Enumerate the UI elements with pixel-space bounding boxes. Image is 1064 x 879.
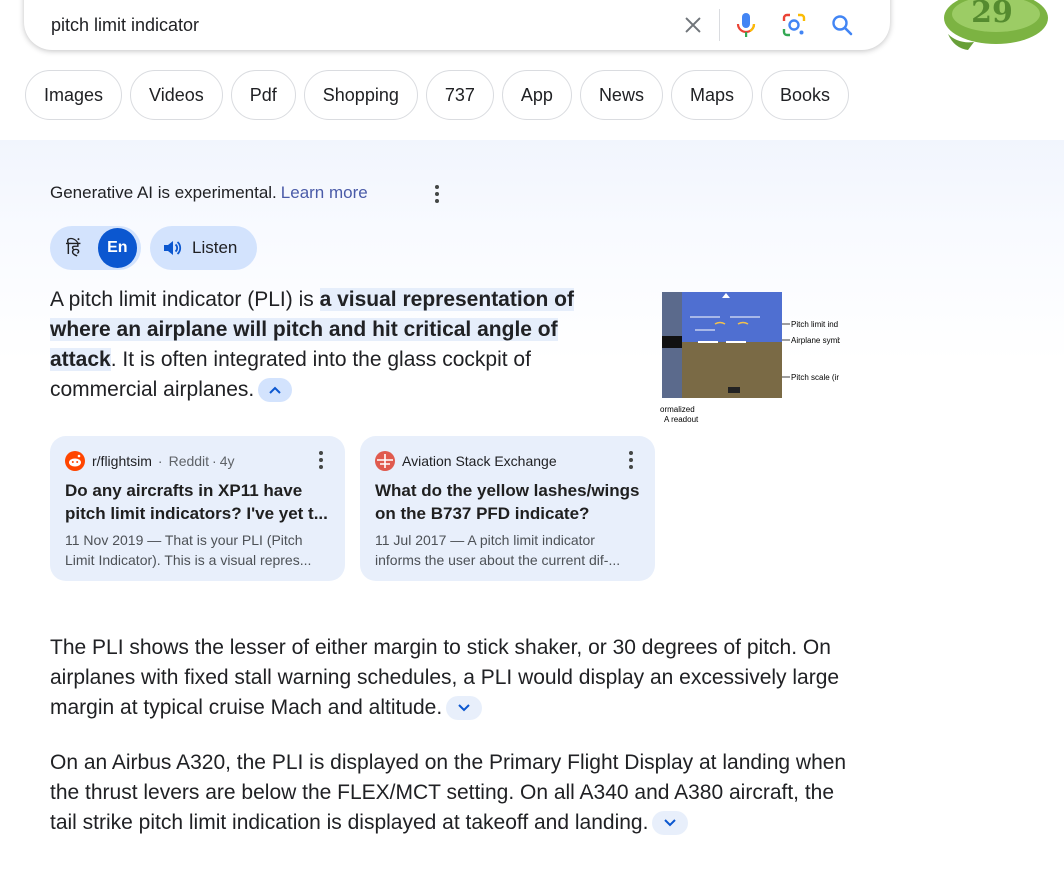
source-title[interactable]: Do any aircrafts in XP11 have pitch limi…	[65, 479, 330, 525]
source-title[interactable]: What do the yellow lashes/wings on the B…	[375, 479, 640, 525]
chip-videos[interactable]: Videos	[130, 70, 223, 120]
chip-app[interactable]: App	[501, 70, 572, 120]
chip-737[interactable]: 737	[425, 70, 494, 120]
reddit-icon	[65, 451, 85, 471]
mic-icon[interactable]	[722, 5, 770, 45]
para2-text: The PLI shows the lesser of either margi…	[50, 636, 840, 719]
source-snippet: 11 Nov 2019 — That is your PLI (Pitch Li…	[65, 532, 312, 568]
source-name: r/flightsim	[92, 453, 152, 469]
thumb-label-normalized: ormalized	[660, 405, 695, 414]
source-site: Reddit	[168, 453, 210, 469]
search-input[interactable]: pitch limit indicator	[51, 15, 669, 36]
chip-news[interactable]: News	[579, 70, 663, 120]
chevron-up-icon	[269, 387, 281, 395]
overview-paragraph-2: The PLI shows the lesser of either margi…	[50, 633, 840, 723]
overview-paragraph-3: On an Airbus A320, the PLI is displayed …	[50, 748, 850, 838]
pfd-thumbnail-image[interactable]: Pitch limit ind Airplane symb Pitch scal…	[660, 290, 842, 425]
speaker-icon	[164, 241, 182, 255]
source-name: Aviation Stack Exchange	[402, 453, 557, 469]
ai-overview-panel: Generative AI is experimental. Learn mor…	[0, 140, 1064, 879]
thumb-label-pitch-limit: Pitch limit ind	[791, 320, 838, 329]
filter-chips: Images Videos Pdf Shopping 737 App News …	[25, 70, 849, 120]
source-header: Aviation Stack Exchange	[375, 451, 640, 471]
source-header: r/flightsim · Reddit · 4y	[65, 451, 330, 471]
learn-more-link[interactable]: Learn more	[281, 183, 368, 203]
aviation-stackexchange-icon	[375, 451, 395, 471]
search-bar[interactable]: pitch limit indicator	[24, 0, 890, 50]
source-card-reddit[interactable]: r/flightsim · Reddit · 4y Do any aircraf…	[50, 436, 345, 581]
chip-maps[interactable]: Maps	[670, 70, 753, 120]
experimental-text: Generative AI is experimental.	[50, 183, 277, 202]
chip-images[interactable]: Images	[25, 70, 123, 120]
lens-icon[interactable]	[770, 5, 818, 45]
chip-books[interactable]: Books	[760, 70, 849, 120]
experimental-notice: Generative AI is experimental. Learn mor…	[50, 183, 368, 203]
para1-start: A pitch limit indicator (PLI) is	[50, 288, 320, 311]
doodle-number: 29	[971, 0, 1013, 30]
search-divider	[719, 9, 720, 41]
source-age: 4y	[219, 453, 235, 469]
source-card-stackexchange[interactable]: Aviation Stack Exchange What do the yell…	[360, 436, 655, 581]
chip-shopping[interactable]: Shopping	[303, 70, 418, 120]
language-toggle[interactable]: हिं En	[50, 226, 141, 270]
listen-button[interactable]: Listen	[150, 226, 257, 270]
search-icon[interactable]	[818, 5, 866, 45]
thumb-label-readout: A readout	[664, 415, 699, 424]
close-icon[interactable]	[669, 5, 717, 45]
para3-text: On an Airbus A320, the PLI is displayed …	[50, 751, 847, 834]
expand-button[interactable]	[446, 696, 483, 721]
expand-button[interactable]	[652, 811, 689, 836]
chip-pdf[interactable]: Pdf	[230, 70, 296, 120]
thumb-label-airplane: Airplane symb	[791, 336, 840, 345]
overview-paragraph-1: A pitch limit indicator (PLI) is a visua…	[50, 285, 625, 405]
more-options-icon[interactable]	[427, 184, 447, 204]
separator-dot: ·	[212, 453, 217, 469]
thumb-label-pitch-scale: Pitch scale (ir	[791, 373, 839, 382]
collapse-button[interactable]	[258, 378, 293, 403]
doodle-logo[interactable]: 29	[938, 0, 1048, 54]
listen-label: Listen	[192, 238, 238, 257]
separator-dot: ·	[157, 453, 163, 469]
source-snippet: 11 Jul 2017 — A pitch limit indicator in…	[375, 532, 621, 568]
source-menu-icon[interactable]	[311, 450, 331, 470]
lang-english-option[interactable]: En	[97, 228, 137, 268]
lang-hindi-option[interactable]: हिं	[66, 236, 94, 260]
chevron-down-icon	[664, 819, 677, 827]
source-menu-icon[interactable]	[621, 450, 641, 470]
chevron-down-icon	[458, 704, 470, 712]
